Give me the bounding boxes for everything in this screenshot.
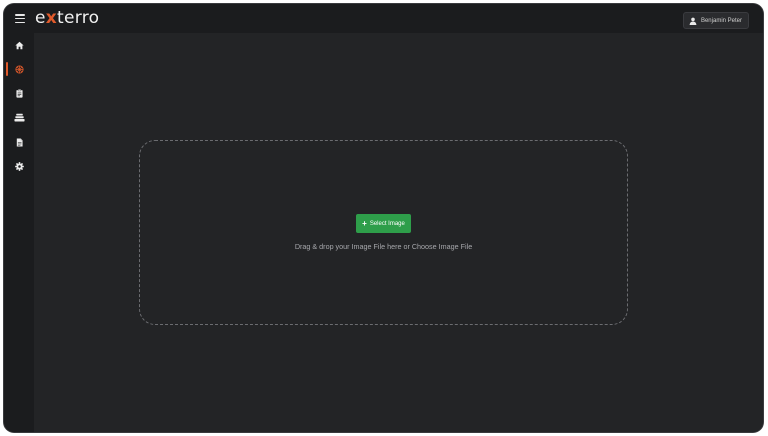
plus-icon: +	[362, 218, 367, 228]
exterro-logo[interactable]: exterro	[35, 7, 99, 29]
document-icon	[16, 138, 23, 146]
user-profile-button[interactable]: Benjamin Peter	[682, 12, 749, 29]
clipboard-icon	[15, 88, 23, 98]
select-image-button[interactable]: + Select Image	[356, 214, 411, 233]
dropzone-hint: Drag & drop your Image File here or Choo…	[294, 242, 473, 251]
sidebar-item-reports[interactable]	[4, 85, 34, 101]
sidebar-item-home[interactable]	[4, 37, 34, 53]
sidebar-item-storage[interactable]	[4, 109, 34, 125]
image-dropzone[interactable]: + Select Image Drag & drop your Image Fi…	[139, 140, 628, 325]
sidebar-item-settings[interactable]	[4, 158, 34, 174]
stack-icon	[13, 113, 25, 121]
hamburger-menu-icon[interactable]	[15, 14, 25, 23]
gear-icon	[14, 161, 24, 171]
target-grid-icon	[14, 64, 24, 74]
app-window: exterro Benjamin Peter + Select Image Dr…	[4, 4, 763, 432]
top-bar: exterro Benjamin Peter	[4, 4, 763, 33]
select-image-label: Select Image	[369, 220, 405, 227]
user-name: Benjamin Peter	[700, 17, 742, 24]
sidebar-item-documents[interactable]	[4, 134, 34, 150]
main-content: + Select Image Drag & drop your Image Fi…	[34, 33, 763, 432]
home-icon	[14, 41, 24, 49]
sidebar	[4, 33, 34, 432]
user-icon	[689, 17, 697, 25]
sidebar-item-dashboard[interactable]	[4, 61, 34, 77]
